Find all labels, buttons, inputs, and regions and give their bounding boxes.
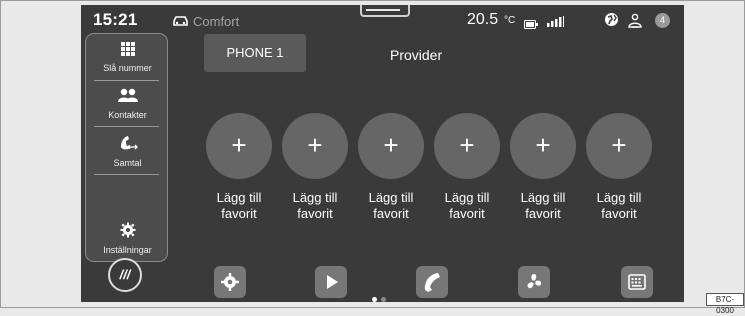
pull-down-handle[interactable] (360, 5, 410, 17)
settings-icon (221, 273, 239, 291)
favorite-label: Lägg till favorit (520, 190, 566, 221)
sidebar-item-settings[interactable]: Inställningar (86, 222, 169, 255)
tab-phone-1[interactable]: PHONE 1 (204, 34, 306, 72)
favorite-label: Lägg till favorit (368, 190, 414, 221)
favorite-label: Lägg till favorit (216, 190, 262, 221)
battery-icon (524, 16, 538, 34)
sidebar-item-label: Inställningar (103, 245, 152, 255)
driving-profile[interactable]: Comfort (193, 14, 239, 29)
climate-dock-button[interactable] (518, 266, 550, 298)
add-favorite-tile[interactable]: + Lägg till favorit (204, 113, 274, 222)
clock: 15:21 (93, 10, 138, 29)
figure-frame: 15:21 Comfort 20.5 °C 4 Slå nummer Konta… (0, 0, 745, 315)
plus-icon: + (611, 130, 627, 160)
sidebar-item-dial[interactable]: Slå nummer (86, 42, 169, 73)
fan-icon (527, 274, 542, 289)
plus-icon: + (459, 130, 475, 160)
add-favorite-button[interactable]: + (434, 113, 500, 179)
infotainment-screen: 15:21 Comfort 20.5 °C 4 Slå nummer Konta… (81, 5, 684, 302)
status-bar: 15:21 Comfort 20.5 °C 4 (81, 5, 684, 33)
contacts-icon (117, 88, 138, 102)
signal-icon (547, 14, 565, 32)
car-icon (172, 14, 189, 32)
keypad-icon (120, 42, 135, 56)
sidebar-item-label: Kontakter (108, 110, 147, 120)
add-favorite-tile[interactable]: + Lägg till favorit (508, 113, 578, 222)
play-icon (327, 275, 338, 289)
divider (94, 174, 159, 175)
add-favorite-button[interactable]: + (510, 113, 576, 179)
apps-dock-button[interactable] (621, 266, 653, 298)
sidebar-item-contacts[interactable]: Kontakter (86, 88, 169, 120)
sidebar-item-label: Samtal (113, 158, 142, 168)
media-dock-button[interactable] (315, 266, 347, 298)
phone-icon (424, 273, 440, 292)
favorite-label: Lägg till favorit (292, 190, 338, 221)
notification-badge[interactable]: 4 (655, 13, 670, 28)
globe-icon[interactable] (604, 12, 619, 32)
add-favorite-button[interactable]: + (358, 113, 424, 179)
keyboard-icon (628, 274, 646, 290)
add-favorite-button[interactable]: + (586, 113, 652, 179)
home-button[interactable]: /// (108, 258, 142, 292)
gear-icon (120, 222, 135, 238)
settings-dock-button[interactable] (214, 266, 246, 298)
plus-icon: + (307, 130, 323, 160)
user-icon[interactable] (627, 13, 643, 33)
phone-sidebar: Slå nummer Kontakter Samtal Inställninga… (85, 33, 168, 262)
temperature-unit: °C (504, 15, 516, 26)
temperature: 20.5 (467, 11, 499, 28)
handle-bar (366, 9, 400, 11)
provider-name: Provider (390, 47, 443, 63)
add-favorite-tile[interactable]: + Lägg till favorit (356, 113, 426, 222)
add-favorite-button[interactable]: + (206, 113, 272, 179)
plus-icon: + (383, 130, 399, 160)
add-favorite-button[interactable]: + (282, 113, 348, 179)
sidebar-item-label: Slå nummer (103, 63, 152, 73)
divider (94, 80, 159, 81)
plus-icon: + (231, 130, 247, 160)
page-dot[interactable] (381, 297, 386, 302)
add-favorite-tile[interactable]: + Lägg till favorit (432, 113, 502, 222)
plus-icon: + (535, 130, 551, 160)
favorite-label: Lägg till favorit (596, 190, 642, 221)
call-log-icon (120, 136, 138, 150)
add-favorite-tile[interactable]: + Lägg till favorit (280, 113, 350, 222)
phone-dock-button[interactable] (416, 266, 448, 298)
sidebar-item-calls[interactable]: Samtal (86, 135, 169, 168)
divider (94, 126, 159, 127)
figure-code: B7C-0300 (706, 293, 744, 315)
add-favorite-tile[interactable]: + Lägg till favorit (584, 113, 654, 222)
favorite-label: Lägg till favorit (444, 190, 490, 221)
page-dot-active[interactable] (372, 297, 377, 302)
